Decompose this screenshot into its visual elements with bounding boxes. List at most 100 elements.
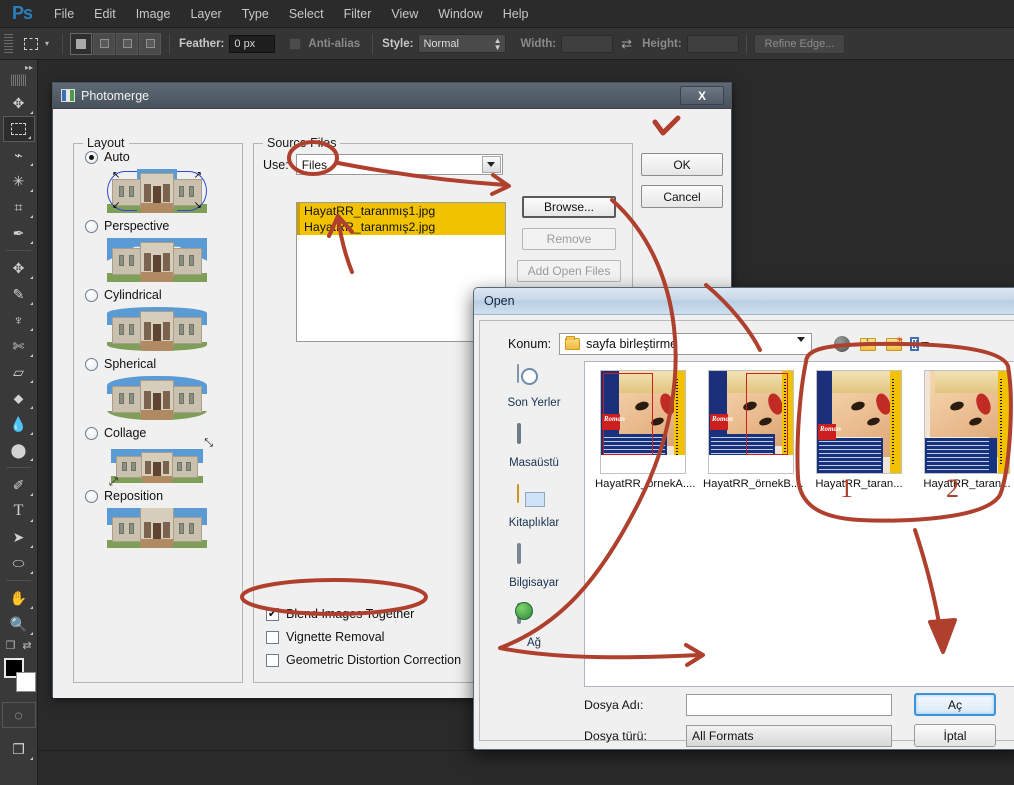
close-icon[interactable]: X	[680, 86, 724, 105]
anti-alias-checkbox[interactable]	[289, 37, 302, 50]
brush-icon[interactable]: ✎	[2, 281, 36, 307]
file-browser-pane[interactable]: HayatRR_örnekA.... HayatRR_örnekB....	[584, 361, 1014, 687]
file-item[interactable]: HayatRR_örnekA....	[595, 370, 695, 490]
chevron-down-icon[interactable]	[481, 156, 501, 173]
use-select[interactable]: Files	[295, 154, 503, 175]
magic-wand-icon[interactable]: ✳	[2, 168, 36, 194]
place-kitapliklar[interactable]: Kitaplıklar	[488, 484, 580, 529]
eraser-icon[interactable]: ▱	[2, 359, 36, 385]
blur-icon[interactable]: 💧	[2, 411, 36, 437]
history-brush-icon[interactable]: ✄	[2, 333, 36, 359]
cancel-button[interactable]: İptal	[914, 724, 996, 747]
pen-icon[interactable]: ✐	[2, 472, 36, 498]
views-icon[interactable]	[910, 336, 930, 353]
radio-reposition[interactable]	[85, 489, 98, 503]
color-swatches[interactable]	[2, 656, 36, 696]
list-item[interactable]: HayatRR_taranmış2.jpg	[297, 219, 505, 235]
place-son-yerler[interactable]: Son Yerler	[488, 364, 580, 409]
rectangular-marquee-icon[interactable]	[19, 33, 43, 55]
lasso-icon[interactable]: ⌁	[2, 142, 36, 168]
layout-option-perspective[interactable]: Perspective	[85, 219, 242, 282]
chevron-down-icon[interactable]: ▾	[45, 39, 49, 48]
radio-perspective[interactable]	[85, 219, 98, 233]
swap-colors-icon[interactable]: ⇄	[22, 639, 31, 652]
default-colors-icon[interactable]: ❐	[5, 639, 15, 652]
quick-mask-icon[interactable]: ◌	[1, 702, 36, 728]
vignette-removal-checkbox[interactable]	[266, 630, 279, 644]
menu-layer[interactable]: Layer	[180, 0, 231, 28]
move-icon[interactable]: ✥	[2, 90, 36, 116]
chevron-down-icon[interactable]	[797, 337, 806, 356]
blend-images-checkbox[interactable]: ✔	[266, 607, 279, 621]
filetype-select[interactable]: All Formats	[686, 724, 892, 747]
file-item-selected[interactable]: HayatRR_taran...	[811, 370, 907, 490]
hand-icon[interactable]: ✋	[2, 585, 36, 611]
menu-filter[interactable]: Filter	[334, 0, 382, 28]
tools-panel-grip[interactable]	[11, 74, 26, 86]
new-selection-button[interactable]	[70, 32, 93, 55]
ok-button[interactable]: OK	[641, 153, 723, 176]
dodge-icon[interactable]: ⬤	[2, 437, 36, 463]
place-bilgisayar[interactable]: Bilgisayar	[488, 543, 580, 589]
rectangular-marquee-icon[interactable]	[2, 116, 35, 142]
add-to-selection-button[interactable]	[93, 32, 116, 55]
menu-window[interactable]: Window	[428, 0, 492, 28]
menu-view[interactable]: View	[381, 0, 428, 28]
remove-button[interactable]: Remove	[522, 228, 616, 250]
background-color-swatch[interactable]	[15, 672, 36, 692]
swap-dimensions-icon[interactable]: ⇄	[621, 36, 632, 52]
photomerge-titlebar[interactable]: Photomerge X	[53, 83, 731, 109]
blend-images-row[interactable]: ✔ Blend Images Together	[266, 607, 461, 621]
file-item[interactable]: HayatRR_örnekB....	[703, 370, 803, 490]
radio-auto[interactable]	[85, 150, 98, 164]
height-input[interactable]	[686, 34, 739, 53]
layout-option-auto[interactable]: Auto ↖ ↗ ↙ ↘	[85, 150, 242, 213]
intersect-selection-button[interactable]	[139, 32, 162, 55]
browse-button[interactable]: Browse...	[522, 196, 616, 218]
spot-healing-icon[interactable]: ✥	[2, 255, 36, 281]
menu-image[interactable]: Image	[126, 0, 181, 28]
style-select[interactable]: Normal ▲ ▼	[418, 34, 507, 53]
geometric-distortion-checkbox[interactable]	[266, 653, 279, 667]
open-dialog-titlebar[interactable]: Open	[474, 288, 1014, 315]
refine-edge-button[interactable]: Refine Edge...	[753, 33, 846, 54]
open-button[interactable]: Aç	[914, 693, 996, 716]
options-bar-grip[interactable]	[4, 33, 13, 54]
file-item-selected[interactable]: HayatRR_taran...	[919, 370, 1014, 490]
add-open-files-button[interactable]: Add Open Files	[517, 260, 621, 282]
radio-cylindrical[interactable]	[85, 288, 98, 302]
menu-file[interactable]: File	[44, 0, 84, 28]
ellipse-shape-icon[interactable]: ⬭	[2, 550, 36, 576]
zoom-icon[interactable]: 🔍	[2, 611, 36, 637]
location-select[interactable]: sayfa birleştirme	[559, 333, 813, 356]
radio-collage[interactable]	[85, 426, 98, 440]
list-item[interactable]: HayatRR_taranmış1.jpg	[297, 203, 505, 219]
new-folder-icon[interactable]: ✳	[884, 335, 904, 353]
vignette-removal-row[interactable]: Vignette Removal	[266, 630, 461, 644]
screen-mode-icon[interactable]: ❐	[2, 736, 36, 762]
filename-input[interactable]	[686, 693, 892, 716]
clone-stamp-icon[interactable]: ♆	[2, 307, 36, 333]
paint-bucket-icon[interactable]: ⬥	[2, 385, 36, 411]
layout-option-collage[interactable]: Collage ⤡ ⤢	[85, 426, 242, 488]
type-icon[interactable]: T	[2, 498, 36, 524]
layout-option-cylindrical[interactable]: Cylindrical	[85, 288, 242, 351]
eyedropper-icon[interactable]: ✒	[2, 220, 36, 246]
feather-input[interactable]: 0 px	[229, 34, 276, 53]
layout-option-spherical[interactable]: Spherical	[85, 357, 242, 420]
geometric-distortion-row[interactable]: Geometric Distortion Correction	[266, 653, 461, 667]
menu-type[interactable]: Type	[232, 0, 279, 28]
back-icon[interactable]: ←	[832, 336, 851, 353]
place-masaustu[interactable]: Masaüstü	[488, 423, 580, 469]
place-ag[interactable]: Ağ	[488, 603, 580, 649]
menu-help[interactable]: Help	[493, 0, 539, 28]
subtract-from-selection-button[interactable]	[116, 32, 139, 55]
layout-option-reposition[interactable]: Reposition	[85, 489, 242, 548]
menu-edit[interactable]: Edit	[84, 0, 126, 28]
tools-panel-collapse-button[interactable]: ▸▸	[0, 60, 37, 74]
width-input[interactable]	[561, 34, 614, 53]
radio-spherical[interactable]	[85, 357, 98, 371]
path-selection-icon[interactable]: ➤	[2, 524, 36, 550]
cancel-button[interactable]: Cancel	[641, 185, 723, 208]
menu-select[interactable]: Select	[279, 0, 334, 28]
